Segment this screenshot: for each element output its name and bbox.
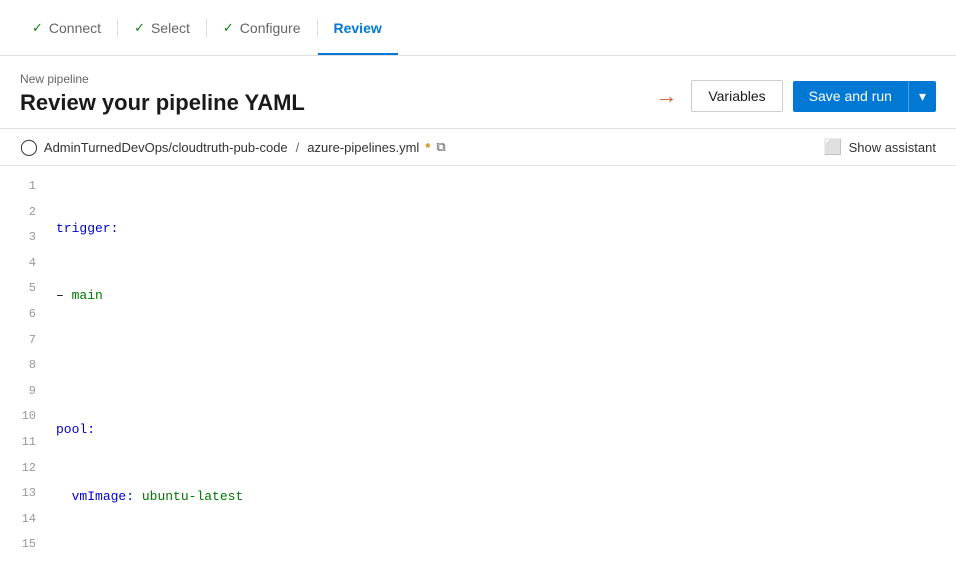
check-icon-2: ✓ <box>134 20 145 36</box>
pipeline-filename[interactable]: azure-pipelines.yml <box>307 140 419 155</box>
ln-13: 13 <box>8 481 36 507</box>
ln-7: 7 <box>8 328 36 354</box>
filepath-bar: ◯ AdminTurnedDevOps/cloudtruth-pub-code … <box>0 129 956 166</box>
stepper-item-select[interactable]: ✓ Select <box>118 0 206 55</box>
variables-button[interactable]: Variables <box>691 80 782 112</box>
stepper-item-connect[interactable]: ✓ Connect <box>16 0 117 55</box>
ln-1: 1 <box>8 174 36 200</box>
code-line-5: vmImage: ubuntu-latest <box>56 484 956 510</box>
filepath-sep: / <box>296 140 300 155</box>
ln-11: 11 <box>8 430 36 456</box>
filepath-left: ◯ AdminTurnedDevOps/cloudtruth-pub-code … <box>20 137 446 157</box>
save-run-dropdown-button[interactable]: ▾ <box>908 81 936 112</box>
ln-12: 12 <box>8 456 36 482</box>
show-assistant-label: Show assistant <box>849 140 936 155</box>
modified-marker: * <box>425 140 430 155</box>
stepper-label-configure: Configure <box>240 20 301 36</box>
check-icon-3: ✓ <box>223 20 234 36</box>
ln-9: 9 <box>8 379 36 405</box>
code-line-2: – main <box>56 283 956 309</box>
ln-10: 10 <box>8 404 36 430</box>
repo-name[interactable]: AdminTurnedDevOps/cloudtruth-pub-code <box>44 140 288 155</box>
github-icon: ◯ <box>20 137 38 157</box>
assistant-icon: ⬜ <box>824 138 843 156</box>
copy-icon[interactable]: ⧉ <box>436 139 445 155</box>
code-line-4: pool: <box>56 417 956 443</box>
code-content[interactable]: trigger: – main pool: vmImage: ubuntu-la… <box>48 166 956 562</box>
ln-4: 4 <box>8 251 36 277</box>
stepper: ✓ Connect ✓ Select ✓ Configure Review <box>0 0 956 56</box>
ln-15: 15 <box>8 532 36 558</box>
ln-5: 5 <box>8 276 36 302</box>
header-section: New pipeline Review your pipeline YAML →… <box>0 56 956 129</box>
code-line-1: trigger: <box>56 216 956 242</box>
code-line-6 <box>56 552 956 562</box>
line-numbers: 1 2 3 4 5 6 7 8 9 10 11 12 13 14 15 16 <box>0 166 48 562</box>
ln-3: 3 <box>8 225 36 251</box>
code-editor: 1 2 3 4 5 6 7 8 9 10 11 12 13 14 15 16 t… <box>0 166 956 562</box>
ln-6: 6 <box>8 302 36 328</box>
save-run-group: Save and run ▾ <box>793 81 936 112</box>
arrow-icon: → <box>655 83 677 109</box>
header-left: New pipeline Review your pipeline YAML <box>20 72 305 116</box>
ln-8: 8 <box>8 353 36 379</box>
stepper-label-connect: Connect <box>49 20 101 36</box>
new-pipeline-label: New pipeline <box>20 72 305 86</box>
stepper-label-review: Review <box>334 20 382 36</box>
stepper-item-configure[interactable]: ✓ Configure <box>207 0 317 55</box>
stepper-label-select: Select <box>151 20 190 36</box>
check-icon: ✓ <box>32 20 43 36</box>
page-title: Review your pipeline YAML <box>20 90 305 116</box>
save-and-run-button[interactable]: Save and run <box>793 81 908 112</box>
ln-14: 14 <box>8 507 36 533</box>
header-actions: → Variables Save and run ▾ <box>655 80 936 116</box>
code-line-3 <box>56 350 956 376</box>
ln-16: 16 <box>8 558 36 562</box>
stepper-item-review[interactable]: Review <box>318 0 398 55</box>
show-assistant-button[interactable]: ⬜ Show assistant <box>824 138 936 156</box>
ln-2: 2 <box>8 200 36 226</box>
